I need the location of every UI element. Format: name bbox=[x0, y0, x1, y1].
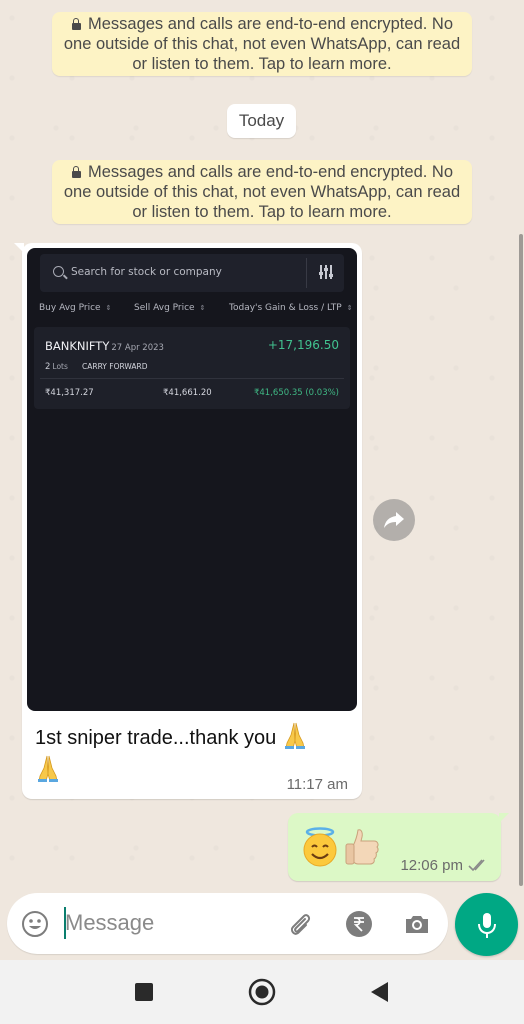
lock-icon bbox=[71, 166, 82, 178]
emoji-icon[interactable] bbox=[21, 910, 49, 938]
ltp-value: ₹41,650.35 (0.03%) bbox=[253, 388, 339, 398]
shared-image[interactable]: Search for stock or company Buy Avg Pric… bbox=[27, 248, 357, 711]
mic-icon bbox=[477, 912, 496, 938]
home-icon[interactable] bbox=[248, 978, 276, 1006]
folded-hands-emoji-icon bbox=[284, 722, 305, 749]
position-product: CARRY FORWARD bbox=[82, 362, 148, 371]
scrollbar[interactable] bbox=[519, 234, 523, 886]
position-symbol: BANKNIFTY 27 Apr 2023 bbox=[45, 339, 164, 353]
recents-icon[interactable] bbox=[130, 978, 158, 1006]
divider bbox=[40, 378, 344, 379]
position-pnl: +17,196.50 bbox=[267, 338, 339, 352]
message-time: 11:17 am bbox=[286, 776, 348, 793]
camera-icon[interactable] bbox=[403, 910, 431, 938]
back-icon[interactable] bbox=[366, 978, 394, 1006]
date-chip: Today bbox=[227, 104, 296, 138]
position-expiry: 27 Apr 2023 bbox=[111, 343, 164, 353]
sort-icon: ⇕ bbox=[105, 304, 112, 312]
encryption-notice-text: Messages and calls are end-to-end encryp… bbox=[63, 163, 461, 221]
lock-icon bbox=[71, 18, 82, 30]
thumbs-up-emoji-icon bbox=[345, 829, 379, 865]
column-header-gain: Today's Gain & Loss / LTP ⇕ bbox=[229, 303, 353, 313]
folded-hands-emoji-icon bbox=[38, 755, 58, 782]
message-input[interactable]: Message bbox=[65, 910, 154, 936]
mic-button[interactable] bbox=[455, 893, 518, 956]
sort-icon: ⇕ bbox=[199, 304, 206, 312]
rupee-payment-icon[interactable] bbox=[345, 910, 373, 938]
image-search-placeholder: Search for stock or company bbox=[71, 266, 222, 278]
forward-button[interactable] bbox=[373, 499, 415, 541]
search-icon bbox=[53, 266, 64, 277]
sell-avg-value: ₹41,661.20 bbox=[163, 388, 212, 398]
position-lots: 2 Lots bbox=[45, 362, 68, 372]
outgoing-message-bubble[interactable]: 12:06 pm bbox=[288, 813, 509, 881]
column-label: Today's Gain & Loss / LTP bbox=[229, 303, 342, 313]
column-label: Sell Avg Price bbox=[134, 303, 195, 313]
system-navigation-bar bbox=[0, 960, 524, 1024]
column-label: Buy Avg Price bbox=[39, 303, 101, 313]
column-header-buy: Buy Avg Price ⇕ bbox=[39, 303, 111, 313]
encryption-notice-text: Messages and calls are end-to-end encryp… bbox=[63, 15, 461, 73]
read-receipt-icon bbox=[468, 859, 485, 872]
smiling-face-with-halo-emoji-icon bbox=[303, 827, 337, 867]
encryption-notice[interactable]: Messages and calls are end-to-end encryp… bbox=[52, 160, 472, 224]
encryption-notice-top[interactable]: Messages and calls are end-to-end encryp… bbox=[52, 12, 472, 76]
message-time: 12:06 pm bbox=[400, 857, 463, 874]
incoming-message-bubble[interactable]: Search for stock or company Buy Avg Pric… bbox=[14, 243, 362, 799]
caption-text: 1st sniper trade...thank you bbox=[35, 727, 277, 749]
message-composer[interactable]: Message bbox=[7, 893, 448, 954]
forward-icon bbox=[384, 512, 404, 528]
image-search-bar: Search for stock or company bbox=[40, 254, 344, 292]
buy-avg-value: ₹41,317.27 bbox=[45, 388, 94, 398]
filter-icon bbox=[318, 265, 333, 279]
divider bbox=[306, 258, 307, 288]
attach-icon[interactable] bbox=[286, 910, 314, 938]
column-header-sell: Sell Avg Price ⇕ bbox=[134, 303, 205, 313]
sort-icon: ⇕ bbox=[346, 304, 353, 312]
position-card: BANKNIFTY 27 Apr 2023 +17,196.50 2 Lots CA… bbox=[34, 327, 350, 409]
